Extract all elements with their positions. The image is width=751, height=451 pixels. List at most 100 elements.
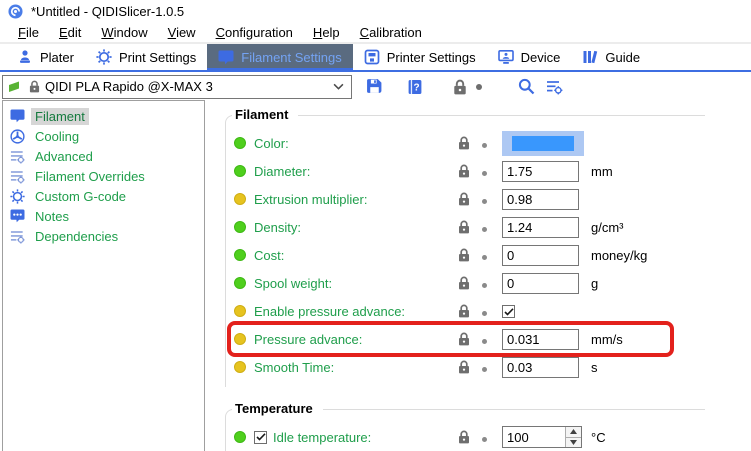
value-status-bullet <box>234 277 246 289</box>
tab-label: Plater <box>40 50 74 65</box>
pressure-advance-input[interactable] <box>502 329 579 350</box>
tab-guide[interactable]: Guide <box>571 44 651 70</box>
menu-configuration[interactable]: Configuration <box>206 25 303 40</box>
sidebar-item-filament[interactable]: Filament <box>3 106 204 126</box>
value-status-bullet <box>234 333 246 345</box>
idle-temperature-checkbox[interactable] <box>254 431 267 444</box>
lock-icon[interactable] <box>458 276 482 290</box>
lock-icon[interactable] <box>458 220 482 234</box>
group-title: Temperature <box>232 401 323 416</box>
settings-panel: Filament Color: Diameter: <box>225 107 735 451</box>
group-filament: Filament Color: Diameter: <box>225 115 705 387</box>
fan-icon <box>9 129 25 144</box>
cost-input[interactable] <box>502 245 579 266</box>
revert-dot-icon[interactable] <box>482 332 502 347</box>
setting-row-pressure-advance: Pressure advance: mm/s <box>234 325 705 353</box>
enable-pressure-advance-checkbox[interactable] <box>502 305 515 318</box>
revert-dot-icon[interactable] <box>482 360 502 375</box>
tab-label: Print Settings <box>119 50 196 65</box>
spin-up-button[interactable] <box>566 427 581 438</box>
preset-combobox[interactable]: QIDI PLA Rapido @X-MAX 3 <box>2 75 352 99</box>
setting-row-enable-pressure-advance: Enable pressure advance: <box>234 297 705 325</box>
sidebar-item-label: Cooling <box>31 128 83 145</box>
lock-icon[interactable] <box>458 192 482 206</box>
setting-label: Diameter: <box>254 164 458 179</box>
menu-help[interactable]: Help <box>303 25 350 40</box>
unit-label: °C <box>586 430 705 445</box>
value-status-bullet <box>234 221 246 233</box>
tab-printer-settings[interactable]: Printer Settings <box>353 44 487 70</box>
setting-row-diameter: Diameter: mm <box>234 157 705 185</box>
idle-temperature-spinbox[interactable] <box>502 426 582 448</box>
sidebar-item-label: Notes <box>31 208 73 225</box>
revert-dot-icon[interactable] <box>482 248 502 263</box>
diameter-input[interactable] <box>502 161 579 182</box>
menu-bar: File Edit Window View Configuration Help… <box>0 22 751 42</box>
value-status-bullet <box>234 431 246 443</box>
lock-icon[interactable] <box>458 332 482 346</box>
menu-calibration[interactable]: Calibration <box>350 25 432 40</box>
revert-dot-icon[interactable] <box>482 192 502 207</box>
setting-row-idle-temperature: Idle temperature: °C <box>234 423 705 451</box>
setting-label: Spool weight: <box>254 276 458 291</box>
revert-dot-icon[interactable] <box>482 430 502 445</box>
lock-icon[interactable] <box>458 248 482 262</box>
setting-row-spool-weight: Spool weight: g <box>234 269 705 297</box>
tab-print-settings[interactable]: Print Settings <box>85 44 207 70</box>
setting-row-cost: Cost: money/kg <box>234 241 705 269</box>
spin-down-button[interactable] <box>566 438 581 448</box>
tabbar-accent-line <box>0 70 751 72</box>
color-picker-button[interactable] <box>502 131 584 156</box>
lock-icon[interactable] <box>458 360 482 374</box>
unit-label: s <box>586 360 705 375</box>
help-button[interactable]: ? <box>407 79 423 95</box>
density-input[interactable] <box>502 217 579 238</box>
setting-label: Enable pressure advance: <box>254 304 458 319</box>
spool-weight-input[interactable] <box>502 273 579 294</box>
revert-dot-icon[interactable] <box>482 304 502 319</box>
revert-all-dot-icon[interactable] <box>476 84 482 90</box>
lock-icon[interactable] <box>458 136 482 150</box>
tab-device[interactable]: Device <box>487 44 572 70</box>
tab-filament-settings[interactable]: Filament Settings <box>207 44 352 70</box>
sidebar-item-notes[interactable]: Notes <box>3 206 204 226</box>
setting-label: Cost: <box>254 248 458 263</box>
menu-view[interactable]: View <box>158 25 206 40</box>
revert-dot-icon[interactable] <box>482 276 502 291</box>
revert-dot-icon[interactable] <box>482 220 502 235</box>
menu-edit[interactable]: Edit <box>49 25 91 40</box>
menu-file[interactable]: File <box>8 25 49 40</box>
filament-preset-icon <box>9 81 24 93</box>
lock-icon[interactable] <box>458 304 482 318</box>
menu-window[interactable]: Window <box>91 25 157 40</box>
revert-dot-icon[interactable] <box>482 164 502 179</box>
preset-toolbar: QIDI PLA Rapido @X-MAX 3 ? <box>2 74 751 99</box>
printer-icon <box>364 49 380 65</box>
unit-label: g/cm³ <box>586 220 705 235</box>
save-preset-button[interactable] <box>366 78 383 95</box>
svg-text:?: ? <box>414 82 420 93</box>
setting-row-density: Density: g/cm³ <box>234 213 705 241</box>
value-status-bullet <box>234 249 246 261</box>
sidebar-item-cooling[interactable]: Cooling <box>3 126 204 146</box>
sidebar-item-custom-gcode[interactable]: Custom G-code <box>3 186 204 206</box>
lock-icon[interactable] <box>458 164 482 178</box>
compare-settings-icon[interactable] <box>546 79 563 95</box>
tab-plater[interactable]: Plater <box>6 44 85 70</box>
sidebar-item-filament-overrides[interactable]: Filament Overrides <box>3 166 204 186</box>
preset-lock-icon <box>29 80 40 93</box>
plater-icon <box>17 49 33 65</box>
sidebar-item-advanced[interactable]: Advanced <box>3 146 204 166</box>
sidebar-item-label: Advanced <box>31 148 97 165</box>
lock-icon[interactable] <box>458 430 482 444</box>
sidebar-item-dependencies[interactable]: Dependencies <box>3 226 204 246</box>
lock-all-icon[interactable] <box>453 79 467 95</box>
smooth-time-input[interactable] <box>502 357 579 378</box>
extrusion-multiplier-input[interactable] <box>502 189 579 210</box>
title-bar: *Untitled - QIDISlicer-1.0.5 <box>0 0 751 22</box>
tab-label: Printer Settings <box>387 50 476 65</box>
search-icon[interactable] <box>518 78 535 95</box>
idle-temperature-input[interactable] <box>503 427 565 447</box>
value-status-bullet <box>234 305 246 317</box>
revert-dot-icon[interactable] <box>482 136 502 151</box>
